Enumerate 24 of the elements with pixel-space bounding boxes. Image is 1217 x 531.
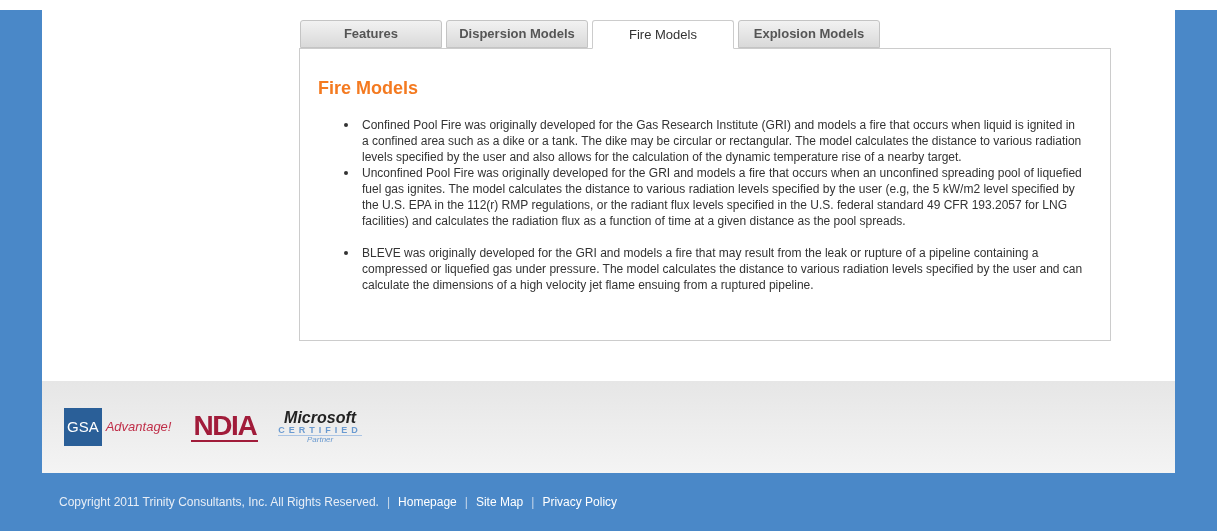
description-paragraph: BLEVE was originally developed for the GRI and models a fire that may result from the leak or rupture of a pipeline containing a compressed or liquefied gas under pressure. The model calculates the distance to various radiation levels specified by the user and can calculate the dimensions of a high velocity jet flame ensuing from a ruptured pipeline. — [362, 245, 1084, 293]
certified-label: CERTIFIED — [278, 426, 362, 436]
copyright-text: Copyright 2011 Trinity Consultants, Inc. All Rights Reserved. — [59, 494, 379, 511]
partner-label: Partner — [306, 436, 334, 444]
separator-text: | — [464, 494, 468, 511]
footer-link[interactable]: Privacy Policy — [542, 493, 618, 511]
separator-text: | — [531, 494, 535, 511]
tab[interactable]: Dispersion Models — [446, 20, 588, 48]
bullet-icon — [344, 251, 348, 255]
bullet-icon — [344, 171, 348, 175]
footer-link[interactable]: Site Map — [475, 493, 524, 511]
tab[interactable]: Explosion Models — [738, 20, 880, 48]
bullet-icon — [344, 123, 348, 127]
gsa-logo-name: Advantage! — [105, 418, 172, 437]
ndia-logo: NDIA — [191, 412, 259, 442]
description-paragraph: Confined Pool Fire was originally developed for the Gas Research Institute (GRI) and models a fire that occurs when liquid is ignited in a confined area such as a dike or a tank. The dike may be circular or rectangular. The model calculates the distance to various radiation levels specified by the user and also allows for the calculation of the dynamic temperature rise of a nearby target. — [362, 117, 1083, 165]
footer-link[interactable]: Homepage — [398, 493, 457, 511]
tab[interactable]: Fire Models — [592, 20, 734, 49]
gsa-logo-mark: GSA — [64, 407, 102, 447]
description-paragraph: Unconfined Pool Fire was originally developed for the GRI and models a fire that occurs when an unconfined spreading pool of liquefied fuel gas ignites. The model calculates the distance to various radiation levels specified by the user (e.g, the 5 kW/m2 level specified by the U.S. EPA in the 112(r) RMP regulations, or the radiant flux levels specified in the U.S. federal standard 49 CFR 193.2057 for LNG facilities) and calculates the radiation flux as a function of time at a given distance as the pool spreads. — [362, 165, 1083, 229]
microsoft-logo: Microsoft — [284, 410, 357, 426]
section-heading: Fire Models — [318, 79, 420, 97]
separator-text: | — [386, 494, 391, 511]
tab[interactable]: Features — [300, 20, 442, 48]
